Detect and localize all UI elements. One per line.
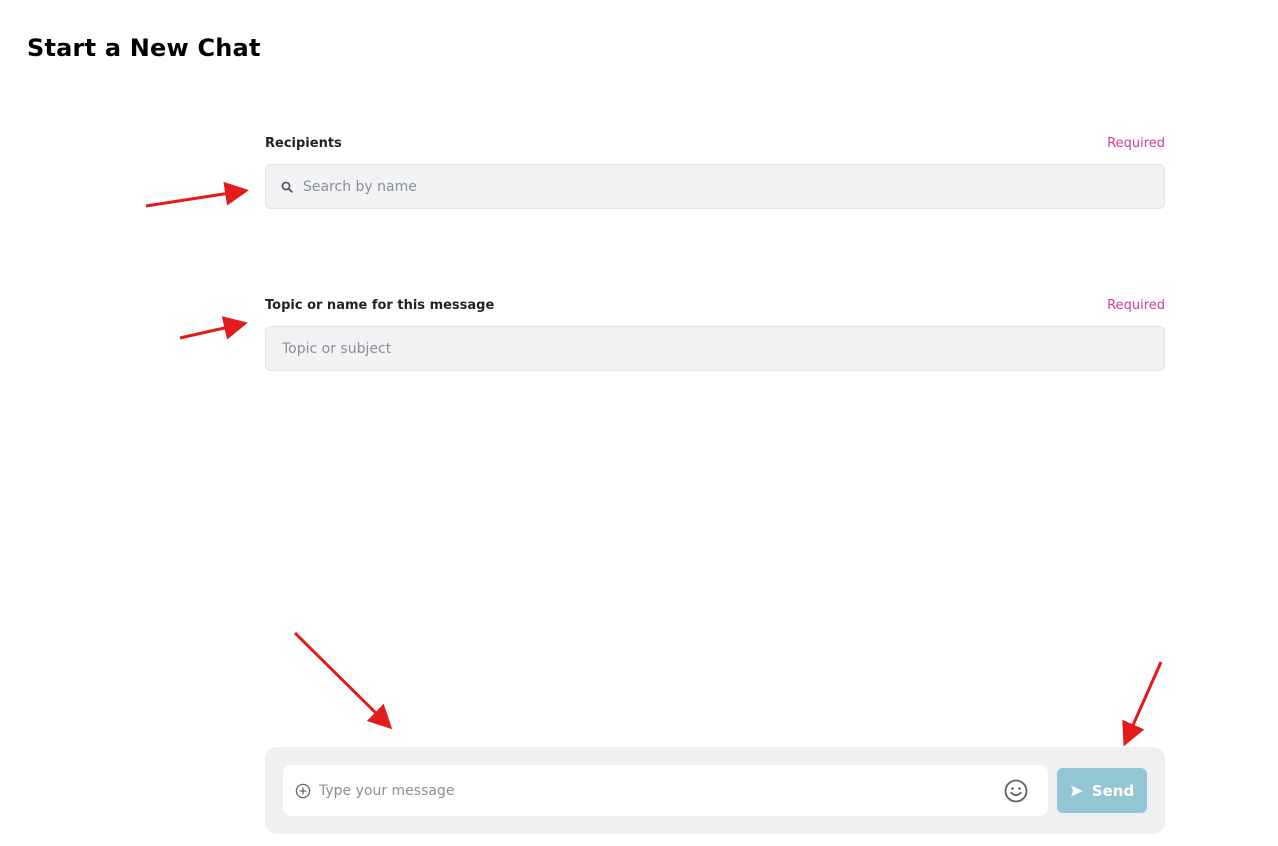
topic-field: Topic or name for this message Required xyxy=(265,298,1165,371)
message-composer: Send xyxy=(265,747,1165,834)
send-button-label: Send xyxy=(1091,781,1135,800)
recipients-label: Recipients xyxy=(265,136,342,151)
recipients-header: Recipients Required xyxy=(265,136,1165,156)
arrow-to-recipients xyxy=(145,181,249,208)
arrow-to-topic xyxy=(179,316,248,340)
emoji-icon[interactable] xyxy=(1003,778,1029,804)
new-chat-page: Start a New Chat Recipients Required Top… xyxy=(0,0,1278,846)
topic-label: Topic or name for this message xyxy=(265,298,495,313)
recipients-field: Recipients Required xyxy=(265,136,1165,209)
send-button[interactable]: Send xyxy=(1057,768,1147,813)
topic-header: Topic or name for this message Required xyxy=(265,298,1165,318)
annotation-arrows xyxy=(145,181,1163,747)
arrow-to-send xyxy=(1122,661,1163,747)
recipients-search-input[interactable] xyxy=(303,165,1164,208)
topic-required-tag: Required xyxy=(1107,298,1165,313)
send-icon xyxy=(1070,784,1084,798)
topic-input[interactable] xyxy=(266,327,1164,370)
message-input[interactable] xyxy=(319,765,1003,816)
search-icon xyxy=(280,180,294,194)
message-input-box[interactable] xyxy=(283,765,1048,816)
page-title: Start a New Chat xyxy=(27,34,261,62)
recipients-search-box[interactable] xyxy=(265,164,1165,209)
topic-input-box[interactable] xyxy=(265,326,1165,371)
plus-circle-icon[interactable] xyxy=(294,782,312,800)
recipients-required-tag: Required xyxy=(1107,136,1165,151)
arrow-to-message xyxy=(293,631,393,730)
